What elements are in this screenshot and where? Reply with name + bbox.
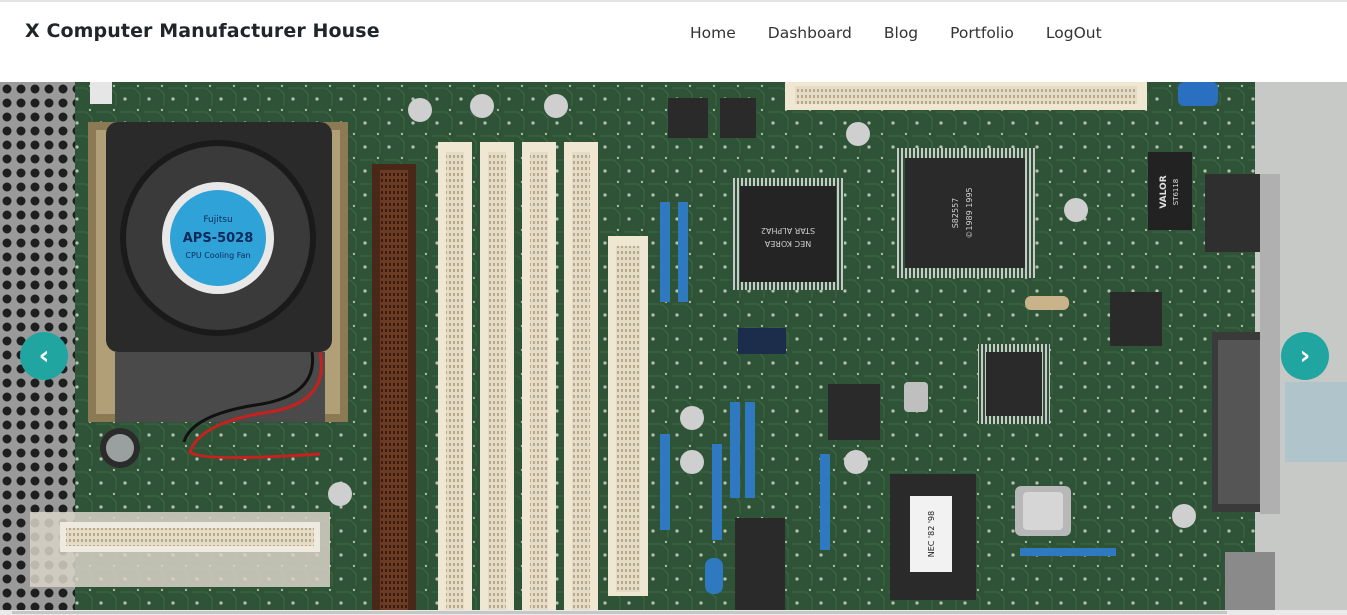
chip2-text-1: S82557: [951, 198, 960, 229]
nav-link-dashboard[interactable]: Dashboard: [768, 24, 852, 42]
valor-label: VALOR: [1159, 175, 1169, 208]
nav-link-home[interactable]: Home: [690, 24, 736, 42]
nav-link-logout[interactable]: LogOut: [1046, 24, 1102, 42]
nav-item-blog: Blog: [884, 23, 950, 42]
nec-label: NEC '82 '98: [927, 511, 936, 557]
fan-label-desc: CPU Cooling Fan: [185, 251, 250, 260]
nav-item-portfolio: Portfolio: [950, 23, 1046, 42]
hero-carousel: Fujitsu APS-5028 CPU Cooling Fan NEC KOR…: [0, 82, 1347, 610]
nav-item-dashboard: Dashboard: [768, 23, 884, 42]
chip1-text-1: NEC KOREA: [764, 239, 811, 248]
chip1-text-2: STAR ALPHA2: [761, 226, 815, 235]
nav-item-home: Home: [690, 23, 768, 42]
nav-item-logout: LogOut: [1046, 23, 1134, 42]
nav-link-blog[interactable]: Blog: [884, 24, 918, 42]
navbar: X Computer Manufacturer House Home Dashb…: [0, 2, 1347, 82]
carousel-prev-button[interactable]: ‹: [20, 332, 68, 380]
motherboard-image: Fujitsu APS-5028 CPU Cooling Fan NEC KOR…: [0, 82, 1347, 610]
fan-label-brand: Fujitsu: [203, 215, 232, 225]
nav-link-portfolio[interactable]: Portfolio: [950, 24, 1014, 42]
valor-label-2: ST6118: [1172, 179, 1180, 206]
horizontal-scrollbar[interactable]: [0, 610, 1347, 615]
fan-label-model: APS-5028: [183, 231, 254, 246]
site-brand[interactable]: X Computer Manufacturer House: [25, 20, 380, 42]
chip2-text-2: ©1989 1995: [965, 187, 974, 238]
scrollbar-thumb[interactable]: [12, 611, 1227, 614]
main-nav: Home Dashboard Blog Portfolio LogOut: [690, 23, 1134, 42]
carousel-next-button[interactable]: ›: [1281, 332, 1329, 380]
